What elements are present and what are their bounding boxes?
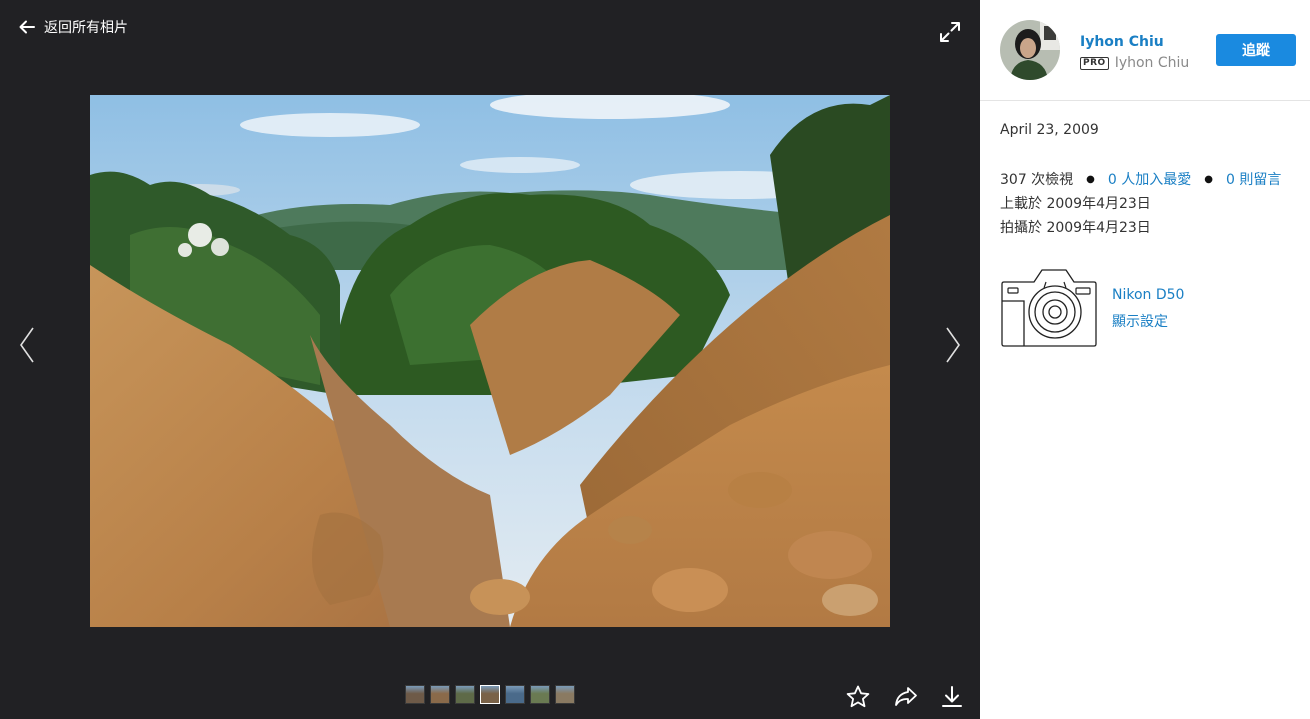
show-exif-link[interactable]: 顯示設定 (1112, 311, 1168, 331)
arrow-left-icon (19, 20, 35, 34)
download-button[interactable] (939, 684, 965, 710)
filmstrip-thumbnail[interactable] (455, 685, 475, 704)
photo-stats: 307 次檢視 ● 0 人加入最愛 ● 0 則留言 (1000, 169, 1281, 189)
share-icon (895, 687, 917, 706)
avatar-image (1000, 20, 1060, 80)
author-avatar[interactable] (1000, 20, 1060, 80)
separator-dot: ● (1086, 173, 1095, 185)
filmstrip-thumbnail[interactable] (530, 685, 550, 704)
taken-date: 拍攝於 2009年4月23日 (1000, 220, 1151, 236)
filmstrip-thumbnail[interactable] (505, 685, 525, 704)
landslide-photo (90, 95, 890, 627)
previous-photo-button[interactable] (18, 326, 36, 364)
chevron-left-icon (20, 327, 34, 363)
filmstrip-thumbnail[interactable] (480, 685, 500, 704)
expand-icon (940, 22, 960, 42)
star-icon (846, 685, 870, 708)
photo-date: April 23, 2009 (1000, 122, 1099, 138)
follow-button[interactable]: 追蹤 (1216, 34, 1296, 66)
filmstrip-thumbnail[interactable] (555, 685, 575, 704)
views-count: 307 次檢視 (1000, 172, 1074, 188)
filmstrip-thumbnail[interactable] (405, 685, 425, 704)
favorite-button[interactable] (845, 684, 871, 710)
author-username: Iyhon Chiu (1114, 55, 1190, 71)
upload-date: 上載於 2009年4月23日 (1000, 196, 1151, 212)
comments-link[interactable]: 0 則留言 (1226, 169, 1281, 189)
author-pro-row: PRO Iyhon Chiu (1080, 55, 1189, 71)
back-link-label: 返回所有相片 (44, 20, 128, 36)
author-name-link[interactable]: Iyhon Chiu (1080, 34, 1164, 50)
share-button[interactable] (893, 684, 919, 710)
fullscreen-button[interactable] (938, 20, 962, 44)
separator-dot: ● (1204, 173, 1213, 185)
filmstrip-thumbnail[interactable] (430, 685, 450, 704)
chevron-right-icon (946, 327, 960, 363)
back-to-photostream-link[interactable]: 返回所有相片 (18, 16, 128, 38)
download-icon (942, 686, 962, 707)
main-photo (90, 95, 890, 627)
photo-filmstrip (405, 685, 575, 704)
photo-viewer: 返回所有相片 (0, 0, 980, 719)
next-photo-button[interactable] (944, 326, 962, 364)
pro-badge: PRO (1080, 56, 1109, 70)
camera-model-link[interactable]: Nikon D50 (1112, 287, 1184, 303)
faves-link[interactable]: 0 人加入最愛 (1108, 169, 1191, 189)
photo-info-panel: Iyhon Chiu PRO Iyhon Chiu 追蹤 April 23, 2… (980, 0, 1310, 719)
camera-icon (1000, 268, 1098, 348)
author-header: Iyhon Chiu PRO Iyhon Chiu 追蹤 (980, 0, 1310, 101)
